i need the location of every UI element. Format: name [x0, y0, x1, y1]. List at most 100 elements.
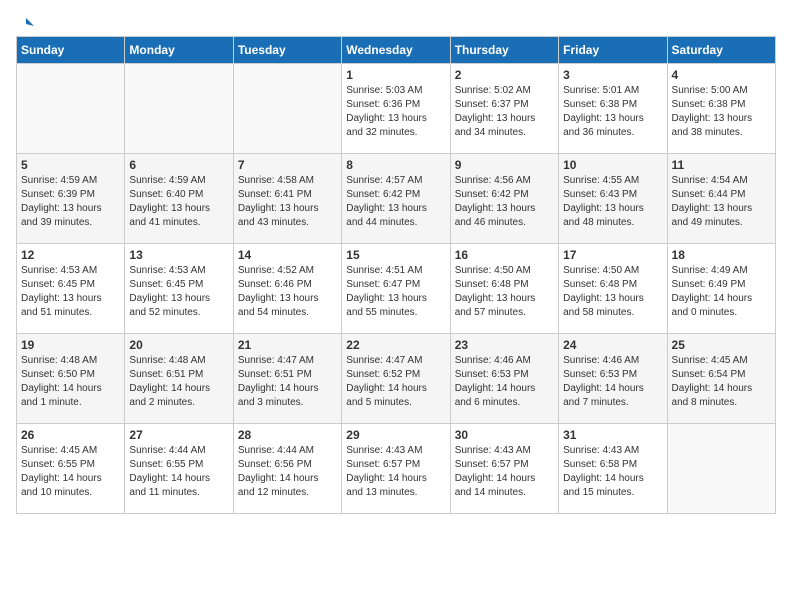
- day-number: 22: [346, 338, 445, 352]
- day-info: Sunrise: 4:48 AM Sunset: 6:51 PM Dayligh…: [129, 354, 228, 410]
- calendar-cell: 5 Sunrise: 4:59 AM Sunset: 6:39 PM Daylig…: [17, 154, 125, 244]
- day-info: Sunrise: 5:02 AM Sunset: 6:37 PM Dayligh…: [455, 84, 554, 140]
- day-info: Sunrise: 4:43 AM Sunset: 6:58 PM Dayligh…: [563, 444, 662, 500]
- day-number: 6: [129, 158, 228, 172]
- day-info: Sunrise: 4:58 AM Sunset: 6:41 PM Dayligh…: [238, 174, 337, 230]
- day-info: Sunrise: 4:52 AM Sunset: 6:46 PM Dayligh…: [238, 264, 337, 320]
- calendar-header-row: SundayMondayTuesdayWednesdayThursdayFrid…: [17, 37, 776, 64]
- calendar-cell: [125, 64, 233, 154]
- day-number: 11: [672, 158, 771, 172]
- calendar-cell: 10 Sunrise: 4:55 AM Sunset: 6:43 PM Dayli…: [559, 154, 667, 244]
- day-number: 27: [129, 428, 228, 442]
- day-info: Sunrise: 4:45 AM Sunset: 6:55 PM Dayligh…: [21, 444, 120, 500]
- day-number: 20: [129, 338, 228, 352]
- header-friday: Friday: [559, 37, 667, 64]
- day-number: 5: [21, 158, 120, 172]
- calendar-cell: 14 Sunrise: 4:52 AM Sunset: 6:46 PM Dayli…: [233, 244, 341, 334]
- header-saturday: Saturday: [667, 37, 775, 64]
- day-number: 21: [238, 338, 337, 352]
- calendar-week-row: 19 Sunrise: 4:48 AM Sunset: 6:50 PM Dayli…: [17, 334, 776, 424]
- day-info: Sunrise: 4:45 AM Sunset: 6:54 PM Dayligh…: [672, 354, 771, 410]
- day-number: 18: [672, 248, 771, 262]
- calendar-cell: 19 Sunrise: 4:48 AM Sunset: 6:50 PM Dayli…: [17, 334, 125, 424]
- day-number: 3: [563, 68, 662, 82]
- day-number: 17: [563, 248, 662, 262]
- day-info: Sunrise: 4:48 AM Sunset: 6:50 PM Dayligh…: [21, 354, 120, 410]
- day-number: 19: [21, 338, 120, 352]
- calendar-cell: 28 Sunrise: 4:44 AM Sunset: 6:56 PM Dayli…: [233, 424, 341, 514]
- calendar-cell: 9 Sunrise: 4:56 AM Sunset: 6:42 PM Daylig…: [450, 154, 558, 244]
- calendar-cell: 18 Sunrise: 4:49 AM Sunset: 6:49 PM Dayli…: [667, 244, 775, 334]
- day-number: 26: [21, 428, 120, 442]
- day-number: 14: [238, 248, 337, 262]
- calendar-cell: 17 Sunrise: 4:50 AM Sunset: 6:48 PM Dayli…: [559, 244, 667, 334]
- day-info: Sunrise: 4:57 AM Sunset: 6:42 PM Dayligh…: [346, 174, 445, 230]
- day-number: 10: [563, 158, 662, 172]
- header-thursday: Thursday: [450, 37, 558, 64]
- day-number: 23: [455, 338, 554, 352]
- day-info: Sunrise: 4:51 AM Sunset: 6:47 PM Dayligh…: [346, 264, 445, 320]
- calendar-cell: 27 Sunrise: 4:44 AM Sunset: 6:55 PM Dayli…: [125, 424, 233, 514]
- calendar-cell: [233, 64, 341, 154]
- calendar-cell: 24 Sunrise: 4:46 AM Sunset: 6:53 PM Dayli…: [559, 334, 667, 424]
- day-number: 25: [672, 338, 771, 352]
- day-info: Sunrise: 4:55 AM Sunset: 6:43 PM Dayligh…: [563, 174, 662, 230]
- calendar-table: SundayMondayTuesdayWednesdayThursdayFrid…: [16, 36, 776, 514]
- calendar-cell: 22 Sunrise: 4:47 AM Sunset: 6:52 PM Dayli…: [342, 334, 450, 424]
- calendar-cell: 25 Sunrise: 4:45 AM Sunset: 6:54 PM Dayli…: [667, 334, 775, 424]
- day-info: Sunrise: 4:59 AM Sunset: 6:40 PM Dayligh…: [129, 174, 228, 230]
- calendar-cell: 15 Sunrise: 4:51 AM Sunset: 6:47 PM Dayli…: [342, 244, 450, 334]
- calendar-cell: 7 Sunrise: 4:58 AM Sunset: 6:41 PM Daylig…: [233, 154, 341, 244]
- day-number: 24: [563, 338, 662, 352]
- day-info: Sunrise: 4:47 AM Sunset: 6:51 PM Dayligh…: [238, 354, 337, 410]
- page-header: [16, 16, 776, 28]
- calendar-cell: 26 Sunrise: 4:45 AM Sunset: 6:55 PM Dayli…: [17, 424, 125, 514]
- day-info: Sunrise: 4:44 AM Sunset: 6:55 PM Dayligh…: [129, 444, 228, 500]
- calendar-cell: 2 Sunrise: 5:02 AM Sunset: 6:37 PM Daylig…: [450, 64, 558, 154]
- day-info: Sunrise: 4:43 AM Sunset: 6:57 PM Dayligh…: [455, 444, 554, 500]
- calendar-cell: 6 Sunrise: 4:59 AM Sunset: 6:40 PM Daylig…: [125, 154, 233, 244]
- calendar-cell: 29Sunrise: 4:43 AM Sunset: 6:57 PM Dayli…: [342, 424, 450, 514]
- day-number: 4: [672, 68, 771, 82]
- day-number: 13: [129, 248, 228, 262]
- day-number: 16: [455, 248, 554, 262]
- day-info: Sunrise: 4:49 AM Sunset: 6:49 PM Dayligh…: [672, 264, 771, 320]
- day-number: 12: [21, 248, 120, 262]
- day-number: 9: [455, 158, 554, 172]
- header-tuesday: Tuesday: [233, 37, 341, 64]
- calendar-cell: 4 Sunrise: 5:00 AM Sunset: 6:38 PM Daylig…: [667, 64, 775, 154]
- calendar-cell: 23Sunrise: 4:46 AM Sunset: 6:53 PM Dayli…: [450, 334, 558, 424]
- calendar-cell: 1Sunrise: 5:03 AM Sunset: 6:36 PM Daylig…: [342, 64, 450, 154]
- calendar-week-row: 12 Sunrise: 4:53 AM Sunset: 6:45 PM Dayli…: [17, 244, 776, 334]
- day-info: Sunrise: 4:50 AM Sunset: 6:48 PM Dayligh…: [563, 264, 662, 320]
- header-sunday: Sunday: [17, 37, 125, 64]
- header-wednesday: Wednesday: [342, 37, 450, 64]
- logo: [16, 16, 34, 28]
- day-info: Sunrise: 5:01 AM Sunset: 6:38 PM Dayligh…: [563, 84, 662, 140]
- day-info: Sunrise: 4:56 AM Sunset: 6:42 PM Dayligh…: [455, 174, 554, 230]
- day-info: Sunrise: 4:53 AM Sunset: 6:45 PM Dayligh…: [21, 264, 120, 320]
- day-info: Sunrise: 4:53 AM Sunset: 6:45 PM Dayligh…: [129, 264, 228, 320]
- calendar-cell: 16Sunrise: 4:50 AM Sunset: 6:48 PM Dayli…: [450, 244, 558, 334]
- day-number: 8: [346, 158, 445, 172]
- day-info: Sunrise: 5:03 AM Sunset: 6:36 PM Dayligh…: [346, 84, 445, 140]
- day-info: Sunrise: 4:59 AM Sunset: 6:39 PM Dayligh…: [21, 174, 120, 230]
- calendar-cell: 30 Sunrise: 4:43 AM Sunset: 6:57 PM Dayli…: [450, 424, 558, 514]
- day-number: 28: [238, 428, 337, 442]
- day-number: 15: [346, 248, 445, 262]
- calendar-cell: [17, 64, 125, 154]
- day-info: Sunrise: 4:44 AM Sunset: 6:56 PM Dayligh…: [238, 444, 337, 500]
- calendar-cell: 3 Sunrise: 5:01 AM Sunset: 6:38 PM Daylig…: [559, 64, 667, 154]
- day-info: Sunrise: 4:47 AM Sunset: 6:52 PM Dayligh…: [346, 354, 445, 410]
- day-number: 2: [455, 68, 554, 82]
- calendar-cell: 20 Sunrise: 4:48 AM Sunset: 6:51 PM Dayli…: [125, 334, 233, 424]
- calendar-cell: 11Sunrise: 4:54 AM Sunset: 6:44 PM Dayli…: [667, 154, 775, 244]
- day-info: Sunrise: 5:00 AM Sunset: 6:38 PM Dayligh…: [672, 84, 771, 140]
- header-monday: Monday: [125, 37, 233, 64]
- day-info: Sunrise: 4:46 AM Sunset: 6:53 PM Dayligh…: [563, 354, 662, 410]
- day-number: 7: [238, 158, 337, 172]
- calendar-cell: 31Sunrise: 4:43 AM Sunset: 6:58 PM Dayli…: [559, 424, 667, 514]
- calendar-cell: 8 Sunrise: 4:57 AM Sunset: 6:42 PM Daylig…: [342, 154, 450, 244]
- calendar-cell: 12 Sunrise: 4:53 AM Sunset: 6:45 PM Dayli…: [17, 244, 125, 334]
- day-number: 30: [455, 428, 554, 442]
